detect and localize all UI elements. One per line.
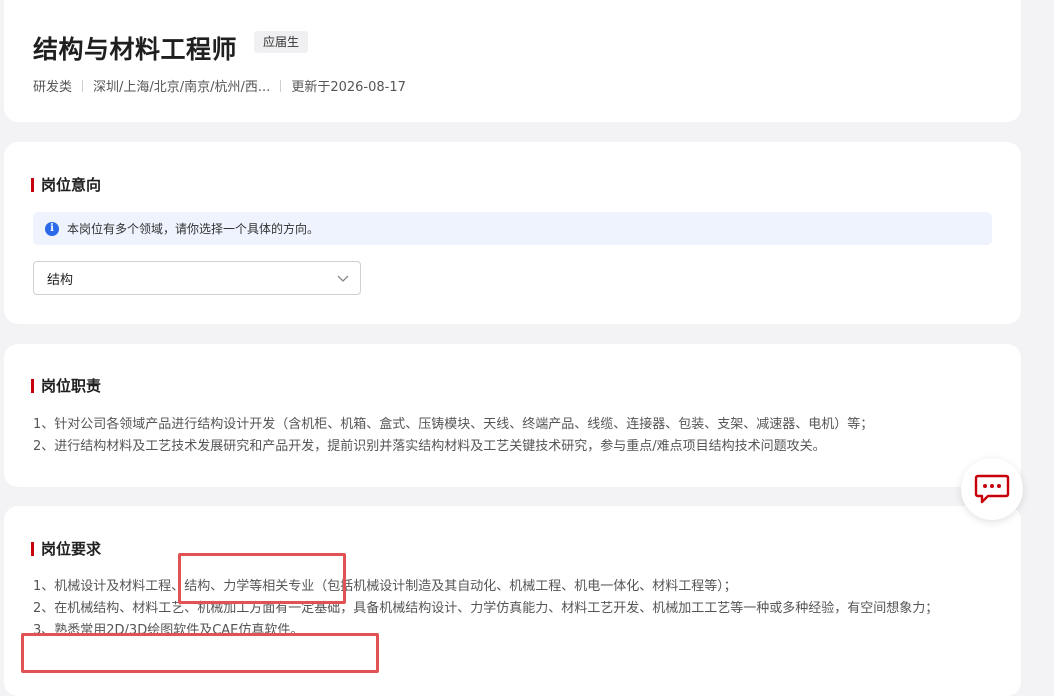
job-category: 研发类 (33, 80, 73, 95)
job-intent-card: 岗位意向 i 本岗位有多个领域，请你选择一个具体的方向。 结构 (4, 142, 1021, 324)
requirement-item: 2、在机械结构、材料工艺、机械加工方面有一定基础，具备机械结构设计、力学仿真能力… (33, 601, 939, 616)
job-title: 结构与材料工程师 (33, 35, 238, 64)
duty-list: 1、针对公司各领域产品进行结构设计开发（含机柜、机箱、盒式、压铸模块、天线、终端… (33, 414, 993, 458)
requirement-item: 1、机械设计及材料工程、结构、力学等相关专业（包括机械设计制造及其自动化、机械工… (33, 579, 737, 594)
duty-item: 1、针对公司各领域产品进行结构设计开发（含机柜、机箱、盒式、压铸模块、天线、终端… (33, 417, 874, 432)
duty-item: 2、进行结构材料及工艺技术发展研究和产品开发，提前识别并落实结构材料及工艺关键技… (33, 439, 826, 454)
job-duty-card: 岗位职责 1、针对公司各领域产品进行结构设计开发（含机柜、机箱、盒式、压铸模块、… (4, 344, 1021, 487)
chat-button[interactable] (961, 458, 1023, 520)
job-header-card: 结构与材料工程师 应届生 研发类 深圳/上海/北京/南京/杭州/西... 更新于… (4, 0, 1021, 122)
meta-divider (280, 79, 282, 92)
info-notice: i 本岗位有多个领域，请你选择一个具体的方向。 (33, 212, 992, 245)
section-title-duty: 岗位职责 (31, 377, 101, 395)
annotation-highlight-box (21, 633, 379, 673)
info-icon: i (45, 221, 59, 236)
section-title-requirements: 岗位要求 (31, 540, 101, 558)
annotation-highlight-box (178, 553, 346, 604)
info-notice-text: 本岗位有多个领域，请你选择一个具体的方向。 (67, 222, 320, 236)
job-locations: 深圳/上海/北京/南京/杭州/西... (93, 80, 271, 95)
section-title-intent: 岗位意向 (31, 176, 101, 194)
chevron-down-icon (337, 275, 349, 282)
direction-select-value: 结构 (47, 272, 74, 288)
direction-select[interactable]: 结构 (33, 261, 361, 295)
job-updated-date: 更新于2026-08-17 (291, 80, 406, 95)
meta-divider (82, 79, 84, 92)
job-meta: 研发类 深圳/上海/北京/南京/杭州/西... 更新于2026-08-17 (33, 76, 406, 95)
chat-icon (974, 474, 1010, 504)
job-type-tag: 应届生 (254, 31, 309, 53)
